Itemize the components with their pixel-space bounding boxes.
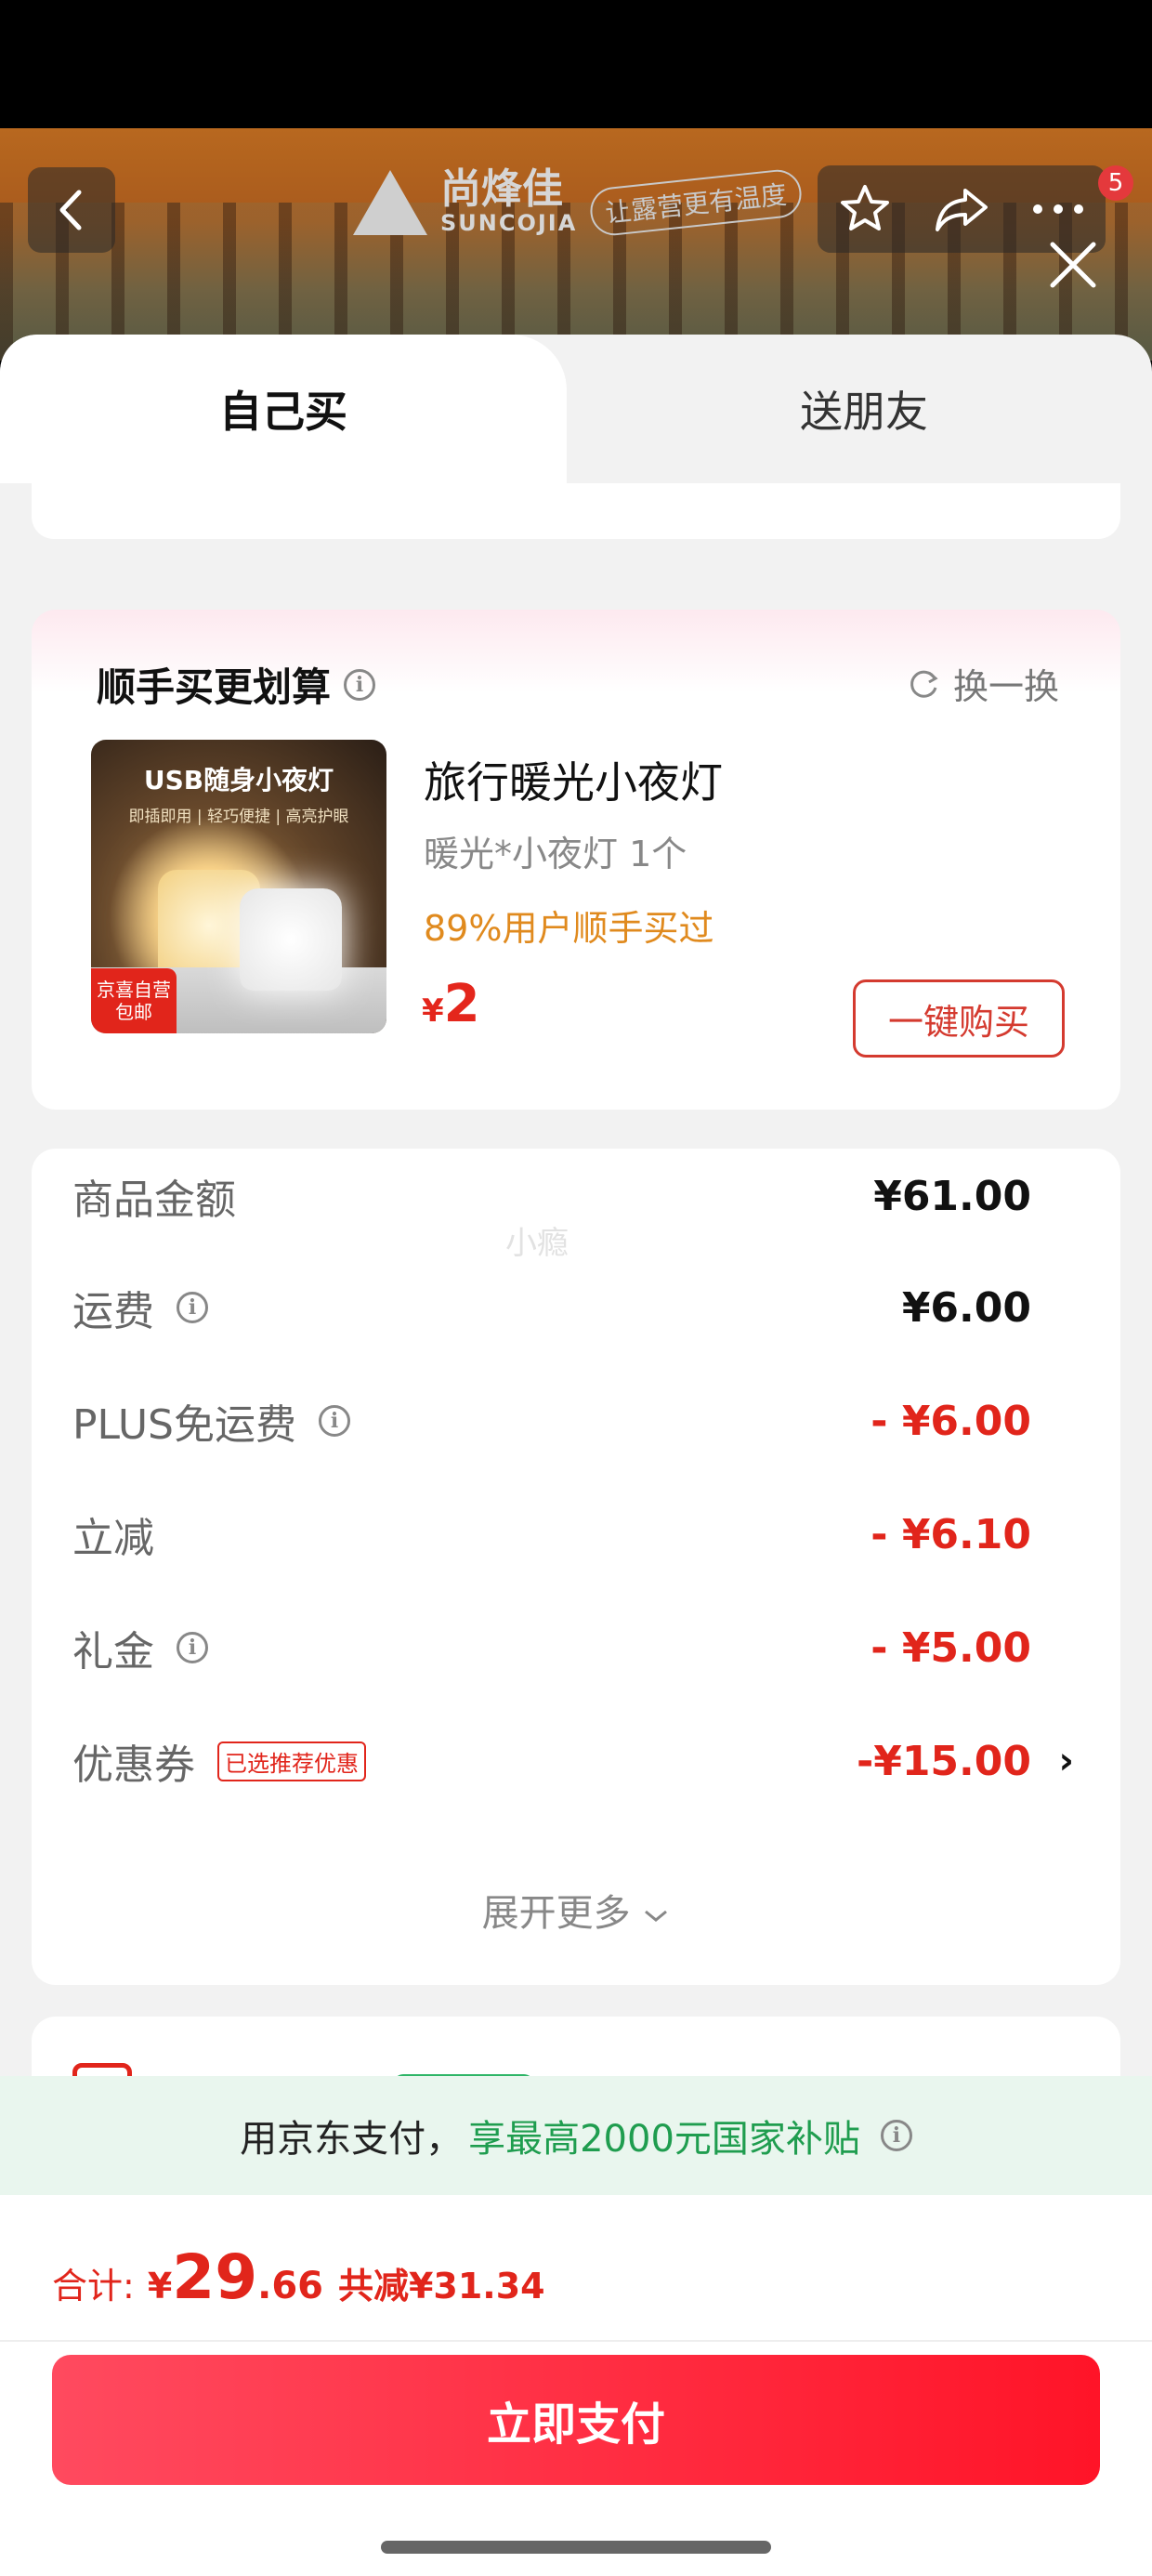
row-goods-amount: 商品金额 ¥61.00: [32, 1154, 1120, 1238]
price-summary-card: 小瘾 商品金额 ¥61.00 运费 i ¥6.00 PLUS免运费 i - ¥6.0…: [32, 1149, 1120, 1985]
divider: [0, 2340, 1152, 2342]
row-instant-discount: 立减 - ¥6.10: [32, 1492, 1120, 1576]
brand-sub: SUNCOJIA: [440, 210, 578, 236]
row-label: 立减: [72, 1515, 154, 1562]
row-value: - ¥5.00: [871, 1623, 1031, 1672]
total-currency: ¥: [147, 2266, 173, 2307]
bundle-title-text: 顺手买更划算: [97, 664, 332, 710]
refresh-button[interactable]: 换一换: [905, 658, 1059, 709]
subsidy-prefix: 用京东支付，: [240, 2118, 464, 2161]
row-label: PLUS免运费: [72, 1401, 296, 1449]
star-icon[interactable]: [837, 181, 893, 237]
checkout-footer: 合计: ¥ 29 .66 共减¥31.34 立即支付: [0, 2195, 1152, 2576]
refresh-label: 换一换: [952, 666, 1059, 707]
total-amount: 合计: ¥ 29 .66 共减¥31.34: [52, 2241, 545, 2313]
product-price: ¥ 2: [422, 974, 480, 1034]
price-value: 2: [443, 974, 480, 1034]
brand-slogan: 让露营更有温度: [588, 167, 805, 238]
info-icon[interactable]: i: [344, 668, 376, 701]
share-icon[interactable]: [932, 181, 991, 237]
image-subtitle: 即插即用 | 轻巧便捷 | 高亮护眼: [128, 808, 349, 826]
info-icon[interactable]: i: [319, 1405, 350, 1437]
brand-name: 尚烽佳: [440, 165, 563, 213]
row-value: - ¥6.00: [871, 1397, 1031, 1445]
total-saved: 共减¥31.34: [337, 2266, 545, 2307]
info-icon[interactable]: i: [177, 1632, 208, 1663]
row-value: -¥15.00: [856, 1737, 1031, 1785]
row-shipping: 运费 i ¥6.00: [32, 1266, 1120, 1349]
more-icon[interactable]: [1030, 200, 1086, 218]
tag-line1: 京喜自营: [97, 979, 171, 1001]
row-label: 礼金: [72, 1628, 154, 1676]
row-label: 优惠券: [72, 1741, 195, 1789]
pay-now-button[interactable]: 立即支付: [52, 2355, 1100, 2485]
subsidy-banner[interactable]: 用京东支付， 享最高2000元国家补贴 i: [0, 2076, 1152, 2195]
product-name[interactable]: 旅行暖光小夜灯: [424, 749, 723, 810]
row-gift-money: 礼金 i - ¥5.00: [32, 1606, 1120, 1689]
bundle-card: 顺手买更划算 i 换一换 USB随身小夜灯 即插即用 | 轻巧便捷 | 高亮护眼…: [32, 610, 1120, 1110]
info-icon[interactable]: i: [880, 2120, 912, 2151]
row-value: ¥61.00: [873, 1172, 1031, 1220]
expand-label: 展开更多: [481, 1892, 631, 1935]
chevron-down-icon: [645, 1910, 668, 1922]
lamp-white: [240, 888, 342, 991]
tag-line2: 包邮: [115, 1001, 152, 1023]
row-plus-free-shipping: PLUS免运费 i - ¥6.00: [32, 1379, 1120, 1463]
notification-badge: 5: [1098, 165, 1133, 201]
checkout-sheet: 自己买 送朋友 顺手买更划算 i 换一换 USB随身小夜灯 即插即用 | 轻巧便…: [0, 335, 1152, 2576]
chevron-right-icon[interactable]: ›: [1059, 1740, 1074, 1782]
close-icon[interactable]: [1045, 237, 1101, 293]
row-value: ¥6.00: [901, 1283, 1031, 1332]
price-currency: ¥: [422, 992, 444, 1030]
image-title: USB随身小夜灯: [143, 765, 334, 795]
expand-more-button[interactable]: 展开更多: [32, 1883, 1120, 1937]
row-value: - ¥6.10: [871, 1510, 1031, 1558]
info-icon[interactable]: i: [177, 1292, 208, 1323]
row-label: 商品金额: [72, 1176, 236, 1224]
home-indicator[interactable]: [381, 2541, 771, 2554]
bundle-title: 顺手买更划算 i: [97, 656, 376, 713]
total-integer: 29: [172, 2241, 258, 2313]
subsidy-highlight: 享最高2000元国家补贴: [468, 2118, 860, 2161]
address-card: [32, 483, 1120, 539]
brand-logo: 尚烽佳 SUNCOJIA 让露营更有温度: [353, 156, 818, 249]
chevron-left-icon: [59, 190, 82, 230]
status-bar: [0, 0, 1152, 128]
total-decimal: .66: [257, 2265, 323, 2307]
tab-gift-friend[interactable]: 送朋友: [576, 335, 1152, 483]
one-click-buy-button[interactable]: 一键购买: [853, 979, 1065, 1058]
total-label: 合计:: [52, 2266, 135, 2307]
row-label: 运费: [72, 1288, 154, 1335]
coupon-tag: 已选推荐优惠: [217, 1741, 366, 1781]
self-operated-tag: 京喜自营 包邮: [91, 968, 177, 1033]
purchase-tabs: 自己买 送朋友: [0, 335, 1152, 483]
row-coupon[interactable]: 优惠券 已选推荐优惠 -¥15.00 ›: [32, 1719, 1120, 1803]
refresh-icon: [910, 670, 938, 698]
tent-logo-icon: [353, 170, 427, 235]
bought-rate: 89%用户顺手买过: [424, 908, 714, 949]
tab-self-buy[interactable]: 自己买: [0, 335, 567, 483]
back-button[interactable]: [28, 167, 115, 253]
product-image[interactable]: USB随身小夜灯 即插即用 | 轻巧便捷 | 高亮护眼 京喜自营 包邮: [91, 740, 386, 1033]
product-spec: 暖光*小夜灯 1个: [424, 834, 687, 874]
